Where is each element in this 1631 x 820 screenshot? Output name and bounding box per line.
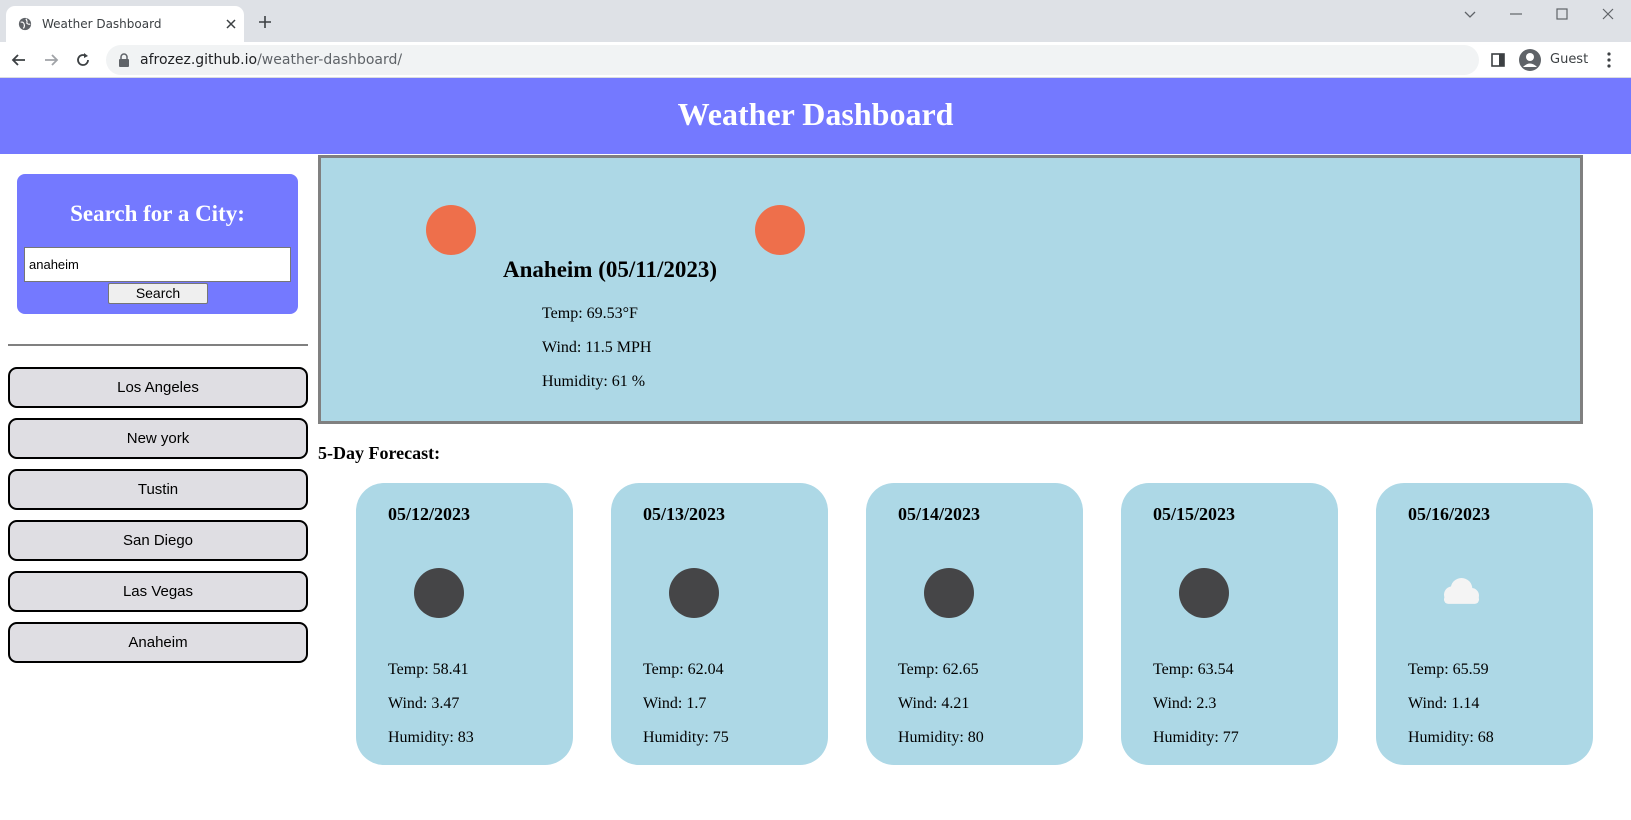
forecast-date: 05/12/2023 <box>388 504 471 524</box>
sun-icon <box>426 205 476 255</box>
forward-arrow-icon[interactable] <box>42 51 60 69</box>
current-wind: Wind: 11.5 MPH <box>542 339 652 356</box>
forecast-temp: Temp: 63.54 <box>1153 661 1234 678</box>
close-window-icon[interactable] <box>1600 6 1616 22</box>
globe-icon <box>18 17 32 31</box>
forecast-temp: Temp: 62.65 <box>898 661 979 678</box>
forecast-date: 05/14/2023 <box>898 504 981 524</box>
history-city-button[interactable]: Las Vegas <box>8 571 308 612</box>
forecast-card: 05/15/2023 Temp: 63.54 Wind: 2.3 Humidit… <box>1121 483 1338 765</box>
page-header: Weather Dashboard <box>0 78 1631 154</box>
forecast-wind: Wind: 4.21 <box>898 695 970 712</box>
forecast-humidity: Humidity: 75 <box>643 729 729 746</box>
profile-label: Guest <box>1550 52 1589 67</box>
forecast-card: 05/13/2023 Temp: 62.04 Wind: 1.7 Humidit… <box>611 483 828 765</box>
search-heading: Search for a City: <box>70 201 245 226</box>
back-arrow-icon[interactable] <box>10 51 28 69</box>
cloud-icon <box>1444 578 1479 604</box>
current-humidity: Humidity: 61 % <box>542 373 646 390</box>
forecast-date: 05/13/2023 <box>643 504 726 524</box>
tab-title: Weather Dashboard <box>42 17 162 31</box>
forecast-date: 05/15/2023 <box>1153 504 1236 524</box>
history-city-button[interactable]: San Diego <box>8 520 308 561</box>
forecast-temp: Temp: 65.59 <box>1408 661 1489 678</box>
current-weather-panel: Anaheim (05/11/2023) Temp: 69.53°F Wind:… <box>318 155 1583 424</box>
lock-icon[interactable] <box>118 53 130 67</box>
forecast-temp: Temp: 62.04 <box>643 661 724 678</box>
history-city-button[interactable]: Tustin <box>8 469 308 510</box>
page-title: Weather Dashboard <box>677 96 954 132</box>
minimize-icon[interactable] <box>1508 6 1524 22</box>
sidebar-divider <box>8 344 308 346</box>
current-temp: Temp: 69.53°F <box>542 305 638 322</box>
forecast-card: 05/14/2023 Temp: 62.65 Wind: 4.21 Humidi… <box>866 483 1083 765</box>
forecast-wind: Wind: 2.3 <box>1153 695 1217 712</box>
forecast-wind: Wind: 1.7 <box>643 695 707 712</box>
forecast-temp: Temp: 58.41 <box>388 661 469 678</box>
close-tab-icon[interactable] <box>224 17 238 31</box>
avatar-icon <box>1519 49 1541 71</box>
forecast-date: 05/16/2023 <box>1408 504 1491 524</box>
kebab-menu-icon[interactable] <box>1606 51 1612 69</box>
reload-icon[interactable] <box>74 51 92 69</box>
city-search-input[interactable] <box>24 247 291 282</box>
search-button[interactable]: Search <box>108 283 208 304</box>
maximize-icon[interactable] <box>1554 6 1570 22</box>
browser-tab[interactable]: Weather Dashboard <box>6 6 244 42</box>
new-tab-icon[interactable] <box>258 15 272 29</box>
current-city-heading: Anaheim (05/11/2023) <box>503 257 718 282</box>
sun-icon <box>755 205 805 255</box>
url-path: /weather-dashboard/ <box>257 52 403 68</box>
moon-icon <box>669 568 719 618</box>
forecast-card: 05/12/2023 Temp: 58.41 Wind: 3.47 Humidi… <box>356 483 573 765</box>
forecast-heading: 5-Day Forecast: <box>318 443 441 463</box>
moon-icon <box>924 568 974 618</box>
profile-button[interactable]: Guest <box>1514 45 1596 75</box>
forecast-wind: Wind: 3.47 <box>388 695 460 712</box>
history-city-button[interactable]: Anaheim <box>8 622 308 663</box>
browser-toolbar: afrozez.github.io/weather-dashboard/ Gue… <box>0 42 1631 78</box>
side-panel-icon[interactable] <box>1490 51 1506 69</box>
moon-icon <box>414 568 464 618</box>
search-panel: Search for a City: Search <box>17 174 298 314</box>
forecast-card: 05/16/2023 Temp: 65.59 Wind: 1.14 Humidi… <box>1376 483 1593 765</box>
tab-search-icon[interactable] <box>1462 6 1478 22</box>
browser-tab-strip: Weather Dashboard <box>0 0 1631 42</box>
moon-icon <box>1179 568 1229 618</box>
url-host: afrozez.github.io <box>140 52 258 68</box>
forecast-humidity: Humidity: 83 <box>388 729 474 746</box>
forecast-humidity: Humidity: 80 <box>898 729 984 746</box>
url-text: afrozez.github.io/weather-dashboard/ <box>140 52 402 68</box>
forecast-humidity: Humidity: 77 <box>1153 729 1239 746</box>
history-city-button[interactable]: Los Angeles <box>8 367 308 408</box>
history-city-button[interactable]: New york <box>8 418 308 459</box>
forecast-humidity: Humidity: 68 <box>1408 729 1494 746</box>
forecast-wind: Wind: 1.14 <box>1408 695 1480 712</box>
address-bar[interactable]: afrozez.github.io/weather-dashboard/ <box>106 45 1479 75</box>
